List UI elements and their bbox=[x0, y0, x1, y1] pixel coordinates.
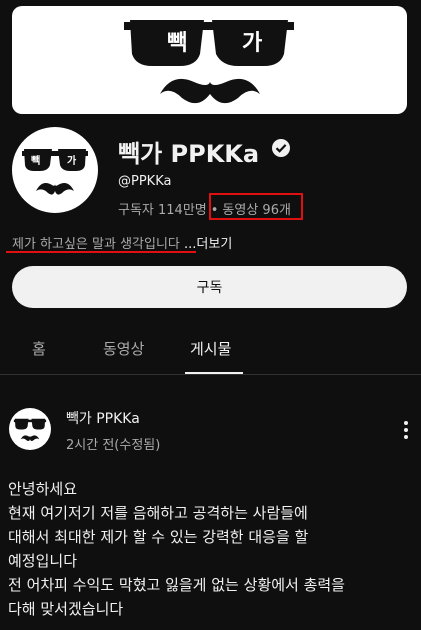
tab-videos[interactable]: 동영상 bbox=[103, 338, 144, 359]
tab-posts[interactable]: 게시물 bbox=[190, 338, 231, 359]
sunglasses-mustache-avatar-icon bbox=[13, 418, 47, 442]
sunglasses-mustache-avatar-icon: 빽 가 bbox=[22, 149, 88, 195]
subscribe-button[interactable]: 구독 bbox=[12, 266, 407, 308]
post-author-avatar[interactable] bbox=[9, 408, 51, 450]
avatar-logo-text-left: 빽 bbox=[31, 154, 40, 167]
post-line: 예정입니다 bbox=[8, 552, 78, 570]
post-line: 다해 맞서겠습니다 bbox=[8, 600, 124, 618]
channel-description[interactable]: 제가 하고싶은 말과 생각입니다 ...더보기 bbox=[12, 233, 232, 252]
logo-text-left: 빽 bbox=[167, 31, 187, 56]
post-body: 안녕하세요 현재 여기저기 저를 음해하고 공격하는 사람들에 대해서 최대한 … bbox=[8, 477, 418, 621]
post-line: 대해서 최대한 제가 할 수 있는 강력한 대응을 할 bbox=[8, 528, 309, 546]
post-line: 전 어차피 수익도 막혔고 잃을게 없는 상황에서 총력을 bbox=[8, 576, 345, 594]
subscriber-count: 구독자 114만명 bbox=[118, 203, 207, 218]
post-timestamp: 2시간 전(수정됨) bbox=[66, 438, 161, 453]
channel-tabs: 홈 동영상 게시물 bbox=[0, 322, 421, 374]
channel-handle: @PPKKa bbox=[118, 174, 172, 189]
description-text: 제가 하고싶은 말과 생각입니다 bbox=[12, 237, 185, 252]
logo-text-right: 가 bbox=[242, 31, 262, 56]
more-link[interactable]: ...더보기 bbox=[184, 237, 232, 252]
post-line: 안녕하세요 bbox=[8, 480, 78, 498]
post-line: 현재 여기저기 저를 음해하고 공격하는 사람들에 bbox=[8, 504, 308, 522]
video-count-highlight-box bbox=[209, 193, 303, 220]
description-highlight-underline bbox=[6, 251, 196, 253]
verified-check-icon bbox=[272, 139, 290, 157]
sunglasses-mustache-logo: 빽 가 bbox=[124, 20, 294, 104]
avatar-logo-text-right: 가 bbox=[67, 154, 77, 167]
more-vert-icon[interactable] bbox=[396, 418, 416, 442]
channel-name: 빽가 PPKKa bbox=[118, 140, 260, 168]
post-author-name[interactable]: 빽가 PPKKa bbox=[66, 408, 140, 428]
tabs-divider bbox=[0, 374, 421, 375]
channel-banner: 빽 가 bbox=[12, 6, 407, 114]
channel-avatar[interactable]: 빽 가 bbox=[12, 127, 98, 213]
tab-home[interactable]: 홈 bbox=[32, 338, 46, 359]
